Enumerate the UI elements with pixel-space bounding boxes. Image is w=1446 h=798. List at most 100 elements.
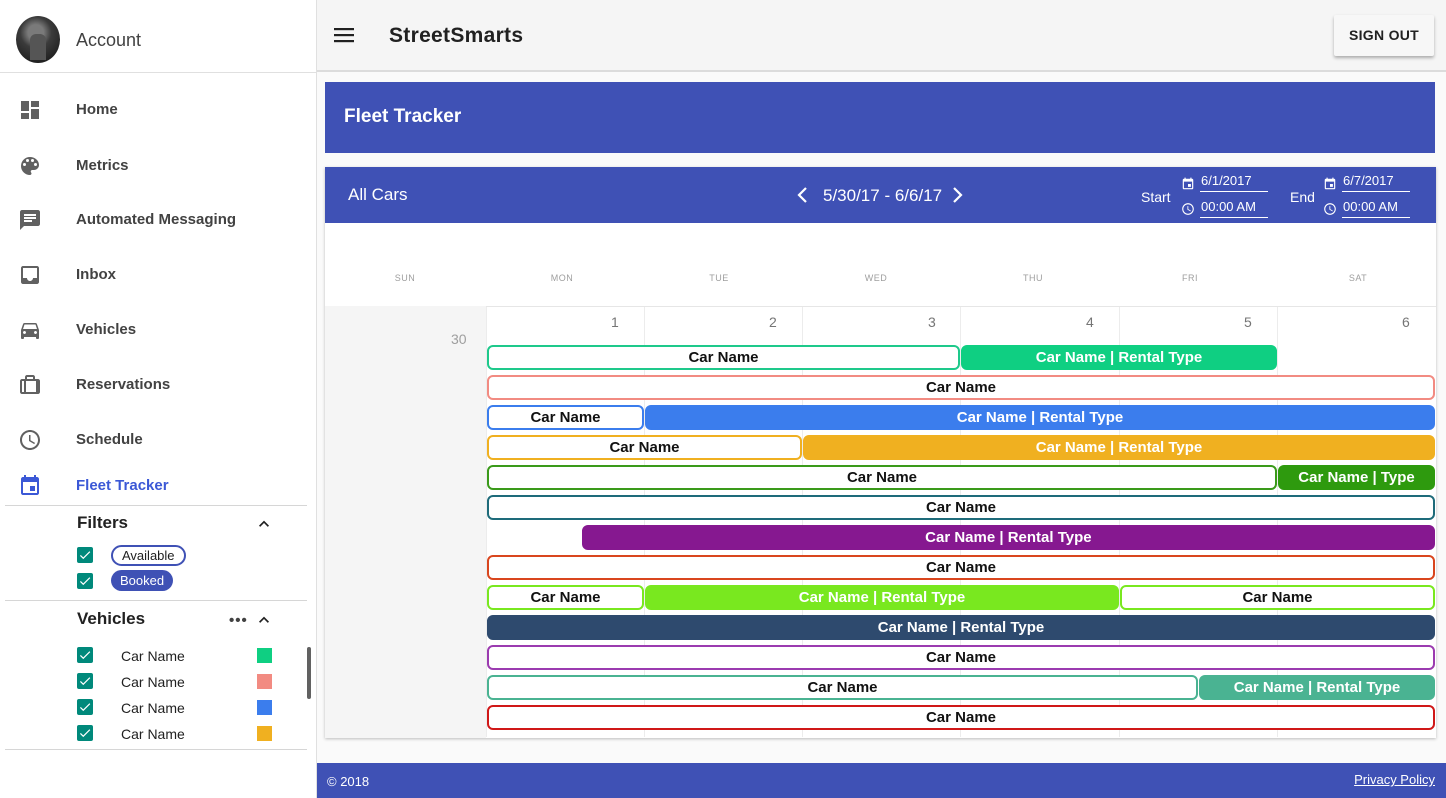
nav-item-home[interactable]: Home (0, 88, 317, 132)
calendar-icon (21, 475, 39, 495)
filter-booked-checkbox[interactable] (77, 573, 93, 589)
event-bar[interactable]: Car Name (487, 405, 644, 430)
day-number: 1 (611, 314, 619, 330)
menu-icon[interactable] (334, 26, 354, 44)
vehicles-title: Vehicles (77, 609, 146, 628)
nav-label: Vehicles (76, 321, 137, 338)
nav-label: Fleet Tracker (76, 477, 169, 494)
event-bar[interactable]: Car Name (487, 645, 1435, 670)
vehicle-label: Car Name (121, 648, 185, 664)
event-bar[interactable]: Car Name | Rental Type (645, 585, 1119, 610)
nav-label: Home (76, 101, 118, 118)
account-label: Account (76, 30, 142, 50)
nav-label: Reservations (76, 376, 171, 393)
vehicle-label: Car Name (121, 726, 185, 742)
vehicle-checkbox[interactable] (77, 699, 93, 715)
end-label: End (1290, 189, 1315, 205)
grid-line (644, 307, 645, 737)
dashboard-icon (21, 101, 39, 119)
privacy-policy-link[interactable]: Privacy Policy (1354, 772, 1435, 787)
nav-item-fleet-tracker[interactable]: Fleet Tracker (0, 464, 317, 508)
sidebar-scrollbar[interactable] (307, 647, 311, 699)
more-options-icon[interactable]: ••• (229, 612, 248, 629)
event-bar[interactable]: Car Name (487, 435, 802, 460)
clock-icon (1324, 203, 1336, 215)
end-date-input[interactable]: 6/7/2017 (1342, 173, 1410, 192)
nav-item-metrics[interactable]: Metrics (0, 144, 317, 188)
day-number: 5 (1244, 314, 1252, 330)
event-bar[interactable]: Car Name (487, 585, 644, 610)
nav-item-reservations[interactable]: Reservations (0, 363, 317, 407)
event-bar[interactable]: Car Name | Rental Type (645, 405, 1435, 430)
divider (5, 749, 307, 750)
event-bar[interactable]: Car Name (487, 705, 1435, 730)
vehicle-color-swatch (257, 648, 272, 663)
event-bar[interactable]: Car Name | Type (1278, 465, 1435, 490)
chevron-up-icon[interactable] (254, 514, 274, 534)
booked-chip[interactable]: Booked (111, 570, 174, 591)
nav-item-inbox[interactable]: Inbox (0, 253, 317, 297)
event-bar[interactable]: Car Name (487, 465, 1277, 490)
sidebar: Account Home Metrics Automated Messaging… (0, 0, 317, 798)
inbox-icon (21, 266, 39, 284)
weekday-label: FRI (1182, 273, 1198, 283)
calendar-toolbar: All Cars 5/30/17 - 6/6/17 Start 6/1/2017… (325, 167, 1436, 223)
weekday-label: SUN (394, 273, 416, 283)
start-date-input[interactable]: 6/1/2017 (1200, 173, 1268, 192)
weekday-label: MON (550, 273, 574, 283)
start-time-input[interactable]: 00:00 AM (1200, 199, 1268, 218)
check-icon (79, 551, 91, 560)
vehicle-color-swatch (257, 674, 272, 689)
avatar[interactable] (16, 16, 60, 63)
vehicle-color-swatch (257, 700, 272, 715)
event-bar[interactable]: Car Name | Rental Type (1199, 675, 1435, 700)
check-icon (79, 729, 91, 738)
filter-available-checkbox[interactable] (77, 547, 93, 563)
previous-month-column (325, 306, 486, 738)
weekday-label: WED (864, 273, 888, 283)
clock-icon (20, 430, 40, 450)
nav-label: Automated Messaging (76, 211, 237, 228)
nav-item-schedule[interactable]: Schedule (0, 418, 317, 462)
account-header[interactable]: Account (0, 0, 317, 73)
event-bar[interactable]: Car Name (1120, 585, 1435, 610)
weekday-label: TUE (709, 273, 729, 283)
grid-line (486, 307, 487, 737)
chevron-up-icon[interactable] (254, 610, 274, 630)
event-bar[interactable]: Car Name | Rental Type (581, 525, 1435, 550)
event-bar[interactable]: Car Name (487, 345, 960, 370)
page-title: Fleet Tracker (344, 106, 462, 127)
chevron-right-icon[interactable] (950, 186, 964, 204)
vehicle-checkbox[interactable] (77, 647, 93, 663)
palette-icon (21, 157, 39, 175)
event-bar[interactable]: Car Name (487, 555, 1435, 580)
vehicle-checkbox[interactable] (77, 725, 93, 741)
check-icon (79, 577, 91, 586)
check-icon (79, 677, 91, 686)
weekday-label: THU (1023, 273, 1043, 283)
event-bar[interactable]: Car Name | Rental Type (961, 345, 1277, 370)
end-time-input[interactable]: 00:00 AM (1342, 199, 1410, 218)
nav-label: Schedule (76, 431, 143, 448)
vehicle-checkbox[interactable] (77, 673, 93, 689)
vehicle-label: Car Name (121, 674, 185, 690)
page-header: Fleet Tracker (325, 82, 1435, 153)
check-icon (79, 703, 91, 712)
event-bar[interactable]: Car Name (487, 495, 1435, 520)
divider (5, 600, 307, 601)
sign-out-button[interactable]: SIGN OUT (1334, 15, 1434, 56)
event-bar[interactable]: Car Name | Rental Type (487, 615, 1435, 640)
vehicle-label: Car Name (121, 700, 185, 716)
event-bar[interactable]: Car Name | Rental Type (803, 435, 1435, 460)
calendar-scope: All Cars (348, 185, 408, 204)
nav-label: Inbox (76, 266, 116, 283)
available-chip[interactable]: Available (111, 545, 186, 566)
day-number: 3 (928, 314, 936, 330)
check-icon (79, 651, 91, 660)
event-bar[interactable]: Car Name (487, 675, 1198, 700)
calendar-card: All Cars 5/30/17 - 6/6/17 Start 6/1/2017… (325, 167, 1436, 738)
chevron-left-icon[interactable] (796, 186, 810, 204)
nav-item-automated-messaging[interactable]: Automated Messaging (0, 198, 317, 242)
event-bar[interactable]: Car Name (487, 375, 1435, 400)
nav-item-vehicles[interactable]: Vehicles (0, 308, 317, 352)
